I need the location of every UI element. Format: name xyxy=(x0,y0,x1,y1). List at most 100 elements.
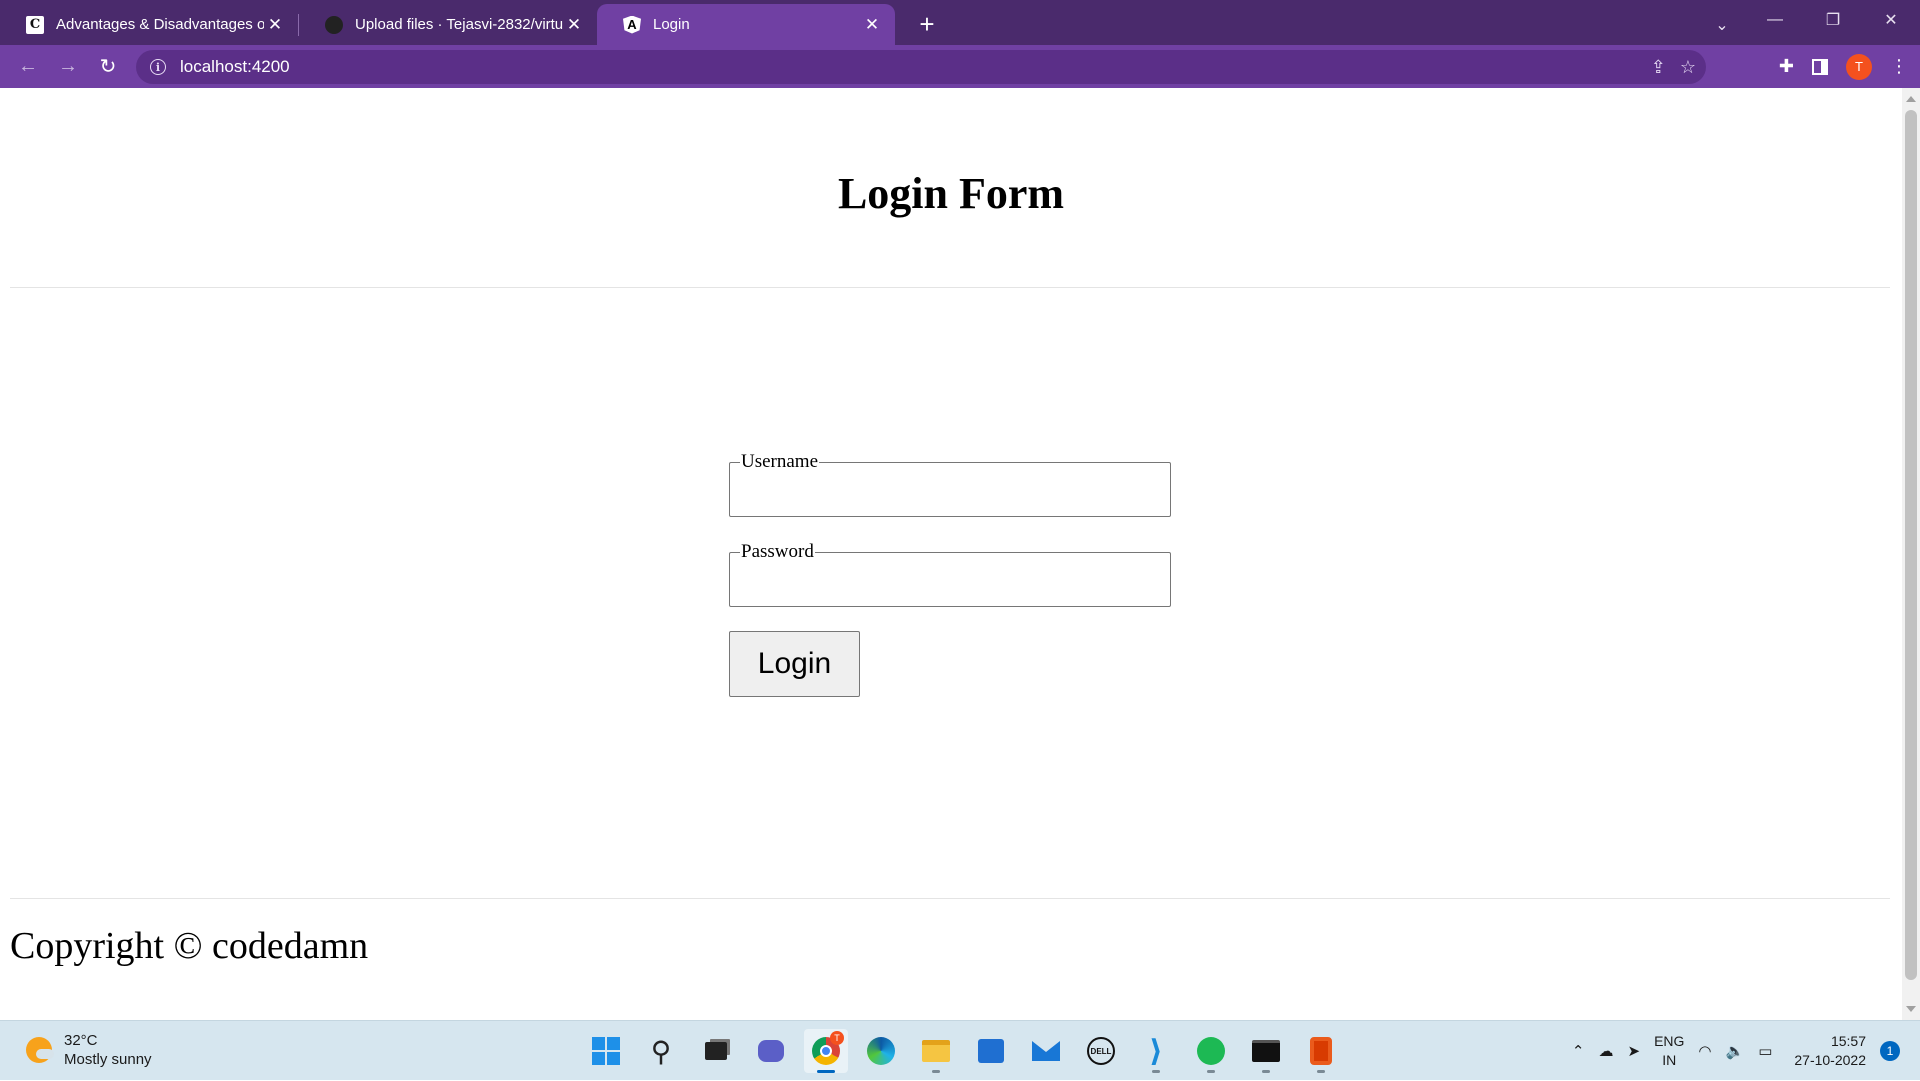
show-hidden-icons-chevron-icon[interactable]: ⌃ xyxy=(1572,1042,1585,1060)
edge-icon xyxy=(867,1037,895,1065)
office-button[interactable] xyxy=(1299,1029,1343,1073)
weather-temperature: 32°C xyxy=(64,1032,98,1049)
browser-toolbar: ← → ↻ i localhost:4200 ⇪ ☆ ✚ T ⋮ xyxy=(0,45,1920,88)
login-button[interactable]: Login xyxy=(729,631,860,697)
tab-title: Upload files · Tejasvi-2832/virtusa xyxy=(355,16,563,33)
search-icon: ⚲ xyxy=(650,1035,672,1067)
store-icon xyxy=(978,1039,1004,1063)
taskbar: 32°C Mostly sunny ⚲ T DELL ⟩ ⌃ ☁ ➤ ENG I… xyxy=(0,1020,1920,1080)
password-fieldset: Password xyxy=(729,541,1171,607)
menu-kebab-icon[interactable]: ⋮ xyxy=(1890,56,1908,77)
header-divider xyxy=(10,287,1890,288)
region-code: IN xyxy=(1662,1052,1677,1068)
active-indicator xyxy=(817,1070,835,1073)
tab-search-chevron-icon[interactable]: ⌄ xyxy=(1702,5,1742,45)
teams-chat-icon xyxy=(758,1040,784,1062)
spotify-icon xyxy=(1197,1037,1225,1065)
url-text[interactable]: localhost:4200 xyxy=(180,57,290,77)
username-input[interactable] xyxy=(740,473,1160,513)
file-explorer-button[interactable] xyxy=(914,1029,958,1073)
taskbar-apps: ⚲ T DELL ⟩ xyxy=(584,1029,1343,1073)
github-favicon-icon xyxy=(325,15,343,34)
spotify-button[interactable] xyxy=(1189,1029,1233,1073)
side-panel-icon[interactable] xyxy=(1812,58,1828,75)
close-tab-icon[interactable]: ✕ xyxy=(264,14,286,36)
page-title: Login Form xyxy=(837,169,1065,218)
chrome-taskbar-button[interactable]: T xyxy=(804,1029,848,1073)
terminal-icon xyxy=(1252,1040,1280,1062)
folder-icon xyxy=(922,1040,950,1062)
reload-button[interactable]: ↻ xyxy=(88,49,128,85)
username-label: Username xyxy=(741,451,819,472)
footer-divider xyxy=(10,898,1890,899)
search-button[interactable]: ⚲ xyxy=(639,1029,683,1073)
clock-date: 27-10-2022 xyxy=(1794,1052,1866,1068)
tab-title: Login xyxy=(653,16,690,33)
weather-description: Mostly sunny xyxy=(64,1051,152,1068)
extensions-puzzle-icon[interactable]: ✚ xyxy=(1779,56,1794,77)
teams-chat-button[interactable] xyxy=(749,1029,793,1073)
edge-button[interactable] xyxy=(859,1029,903,1073)
dell-icon: DELL xyxy=(1087,1037,1115,1065)
bookmark-star-icon[interactable]: ☆ xyxy=(1680,57,1696,78)
tab-login[interactable]: A Login ✕ xyxy=(597,4,895,45)
back-button[interactable]: ← xyxy=(8,49,48,85)
close-tab-icon[interactable]: ✕ xyxy=(563,14,585,36)
scroll-up-arrow-icon[interactable] xyxy=(1906,96,1916,102)
weather-widget[interactable]: 32°C Mostly sunny xyxy=(26,1031,152,1069)
weather-text: 32°C Mostly sunny xyxy=(64,1031,152,1069)
password-input[interactable] xyxy=(740,563,1160,603)
vscode-button[interactable]: ⟩ xyxy=(1134,1029,1178,1073)
task-view-button[interactable] xyxy=(694,1029,738,1073)
ms-store-button[interactable] xyxy=(969,1029,1013,1073)
start-button[interactable] xyxy=(584,1029,628,1073)
chrome-profile-badge: T xyxy=(830,1031,844,1045)
new-tab-button[interactable]: + xyxy=(907,4,947,45)
clock-time: 15:57 xyxy=(1830,1033,1866,1049)
username-fieldset: Username xyxy=(729,451,1171,517)
angular-favicon-icon: A xyxy=(623,15,641,34)
onedrive-cloud-icon[interactable]: ☁ xyxy=(1598,1042,1613,1060)
vscode-icon: ⟩ xyxy=(1149,1034,1163,1068)
omnibox-actions: ⇪ ☆ xyxy=(1651,50,1696,84)
site-info-icon[interactable]: i xyxy=(150,59,166,75)
restore-button[interactable]: ❐ xyxy=(1804,0,1862,40)
volume-icon[interactable]: 🔈 xyxy=(1726,1042,1745,1060)
task-view-icon xyxy=(705,1042,727,1060)
language-code: ENG xyxy=(1654,1033,1685,1049)
mail-icon xyxy=(1032,1041,1060,1061)
input-language[interactable]: ENG IN xyxy=(1654,1032,1684,1070)
password-label: Password xyxy=(741,541,814,562)
share-icon[interactable]: ⇪ xyxy=(1651,57,1666,78)
login-form: Username Password Login xyxy=(729,451,1171,697)
dell-button[interactable]: DELL xyxy=(1079,1029,1123,1073)
profile-avatar[interactable]: T xyxy=(1846,53,1872,80)
codedamn-favicon-icon: C xyxy=(26,15,44,34)
minimize-button[interactable]: — xyxy=(1746,0,1804,40)
office-icon xyxy=(1310,1037,1332,1065)
location-arrow-icon[interactable]: ➤ xyxy=(1627,1042,1640,1060)
battery-icon[interactable]: ▭ xyxy=(1758,1042,1772,1060)
copyright-footer: Copyright © codedamn xyxy=(10,925,369,967)
mostly-sunny-icon xyxy=(26,1037,54,1063)
close-tab-icon[interactable]: ✕ xyxy=(861,14,883,36)
scroll-down-arrow-icon[interactable] xyxy=(1906,1006,1916,1012)
terminal-button[interactable] xyxy=(1244,1029,1288,1073)
notification-badge[interactable]: 1 xyxy=(1880,1041,1900,1061)
system-tray: ⌃ ☁ ➤ ENG IN ◠ 🔈 ▭ 15:57 27-10-2022 1 xyxy=(1572,1021,1900,1081)
clock[interactable]: 15:57 27-10-2022 xyxy=(1794,1032,1866,1070)
page-scrollbar[interactable] xyxy=(1902,88,1920,1020)
scrollbar-thumb[interactable] xyxy=(1905,110,1917,980)
tab-title: Advantages & Disadvantages of I xyxy=(56,16,264,33)
wifi-icon[interactable]: ◠ xyxy=(1698,1042,1711,1060)
mail-button[interactable] xyxy=(1024,1029,1068,1073)
tab-advantages[interactable]: C Advantages & Disadvantages of I ✕ xyxy=(0,4,298,45)
tab-strip: C Advantages & Disadvantages of I ✕ Uplo… xyxy=(0,0,1920,45)
tab-upload-files[interactable]: Upload files · Tejasvi-2832/virtusa ✕ xyxy=(299,4,597,45)
address-bar[interactable]: i localhost:4200 ⇪ ☆ xyxy=(136,50,1706,84)
toolbar-right: ✚ T ⋮ xyxy=(1779,45,1908,88)
close-window-button[interactable]: ✕ xyxy=(1862,0,1920,40)
page-viewport: Login Form Username Password Login Copyr… xyxy=(0,88,1902,1020)
window-controls: — ❐ ✕ xyxy=(1746,0,1920,40)
forward-button[interactable]: → xyxy=(48,49,88,85)
